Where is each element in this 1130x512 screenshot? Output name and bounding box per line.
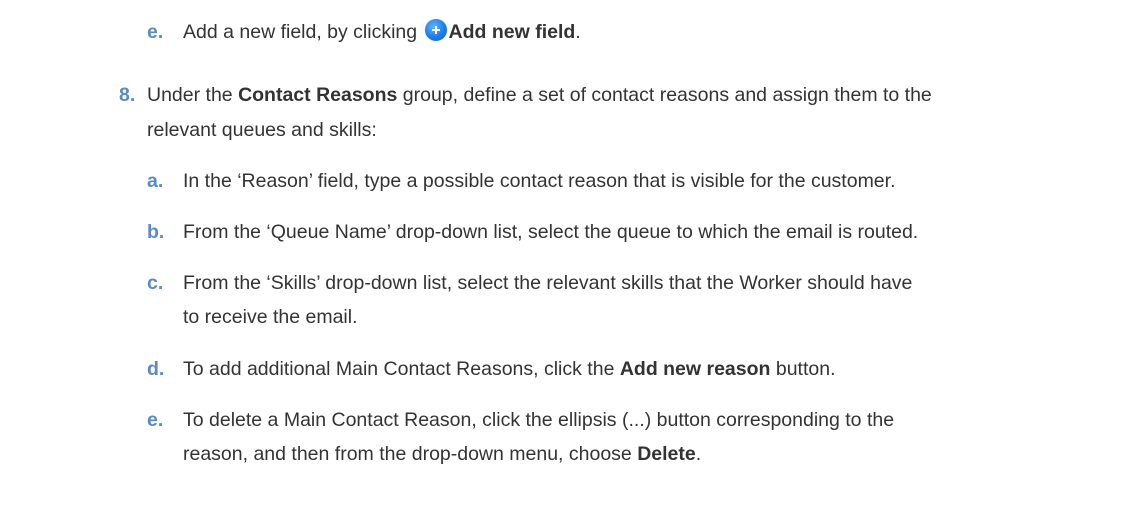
add-new-reason-label: Add new reason bbox=[619, 358, 771, 380]
substep-marker: b. bbox=[147, 221, 165, 243]
substep-marker: d. bbox=[147, 358, 165, 380]
step-marker: 8. bbox=[119, 84, 136, 106]
substep-text: From the ‘Queue Name’ drop-down list, se… bbox=[183, 221, 919, 243]
delete-label: Delete bbox=[637, 443, 696, 465]
add-new-field-label: Add new field bbox=[448, 21, 576, 43]
substep-marker: c. bbox=[147, 272, 164, 294]
step-text: Under the Contact Reasons group, define … bbox=[147, 84, 932, 106]
step-text: Add a new field, by clicking Add new fie… bbox=[183, 19, 581, 43]
substep-marker: a. bbox=[147, 170, 164, 192]
substep-text: In the ‘Reason’ field, type a possible c… bbox=[183, 170, 896, 192]
contact-reasons-label: Contact Reasons bbox=[238, 84, 398, 106]
substep-text: From the ‘Skills’ drop-down list, select… bbox=[183, 272, 913, 294]
substep-text-line2: to receive the email. bbox=[183, 306, 358, 328]
substep-marker: e. bbox=[147, 409, 164, 431]
substep-text: To add additional Main Contact Reasons, … bbox=[183, 358, 836, 380]
step-marker: e. bbox=[147, 21, 164, 43]
step-text-line2: relevant queues and skills: bbox=[147, 119, 377, 141]
substep-text: To delete a Main Contact Reason, click t… bbox=[183, 409, 895, 431]
substep-text-line2: reason, and then from the drop-down menu… bbox=[183, 443, 702, 465]
add-circle-icon bbox=[424, 19, 447, 41]
